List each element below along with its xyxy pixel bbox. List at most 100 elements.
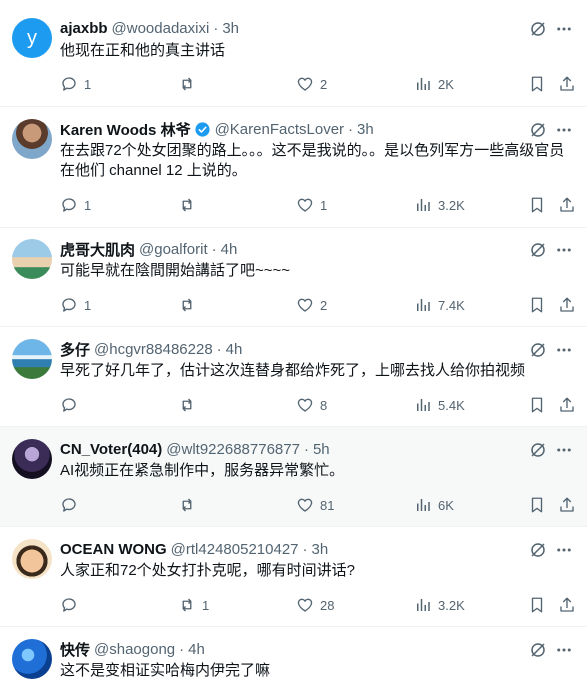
repost-button[interactable] xyxy=(178,74,202,94)
more-icon[interactable] xyxy=(555,341,573,359)
handle[interactable]: @wlt922688776877 xyxy=(166,441,300,458)
views-button[interactable]: 3.2K xyxy=(414,195,465,215)
more-icon[interactable] xyxy=(555,641,573,659)
like-icon xyxy=(297,298,313,312)
avatar[interactable] xyxy=(12,339,52,379)
avatar[interactable] xyxy=(12,539,52,579)
tweet[interactable]: y ajaxbb @woodadaxixi · 3h 他现在正和他的真主讲话 1… xyxy=(0,0,587,107)
display-name[interactable]: ajaxbb xyxy=(60,20,108,37)
handle[interactable]: @KarenFactsLover xyxy=(215,121,344,138)
views-button[interactable]: 6K xyxy=(414,495,454,515)
timestamp[interactable]: 5h xyxy=(313,441,330,458)
share-button[interactable] xyxy=(558,495,576,515)
like-count: 1 xyxy=(320,197,328,213)
more-icon[interactable] xyxy=(555,121,573,139)
bookmark-button[interactable] xyxy=(528,595,546,615)
like-count: 8 xyxy=(320,397,328,413)
avatar[interactable] xyxy=(12,119,52,159)
display-name[interactable]: 多仔 xyxy=(60,339,90,360)
tweet[interactable]: CN_Voter(404) @wlt922688776877 · 5h AI视频… xyxy=(0,427,587,527)
grok-icon[interactable] xyxy=(529,641,547,659)
timestamp[interactable]: 4h xyxy=(226,341,243,358)
more-icon[interactable] xyxy=(555,541,573,559)
display-name[interactable]: Karen Woods 林爷 xyxy=(60,119,191,140)
display-name[interactable]: 快传 xyxy=(60,639,90,660)
bookmark-button[interactable] xyxy=(528,295,546,315)
grok-icon[interactable] xyxy=(529,441,547,459)
handle[interactable]: @woodadaxixi xyxy=(112,20,210,37)
share-button[interactable] xyxy=(558,195,576,215)
like-count: 81 xyxy=(320,497,335,513)
handle[interactable]: @hcgvr88486228 xyxy=(94,341,213,358)
reply-count: 1 xyxy=(84,197,92,213)
timestamp[interactable]: 3h xyxy=(312,541,329,558)
repost-button[interactable] xyxy=(178,295,202,315)
bookmark-button[interactable] xyxy=(528,495,546,515)
share-button[interactable] xyxy=(558,295,576,315)
timestamp[interactable]: 4h xyxy=(221,241,238,258)
avatar[interactable] xyxy=(12,439,52,479)
share-button[interactable] xyxy=(558,595,576,615)
views-button[interactable]: 7.4K xyxy=(414,295,465,315)
avatar[interactable]: y xyxy=(12,18,52,58)
reply-button[interactable]: 1 xyxy=(60,295,91,315)
reply-button[interactable] xyxy=(60,495,84,515)
separator-dot: · xyxy=(213,19,219,37)
repost-button[interactable]: 1 xyxy=(178,595,209,615)
tweet[interactable]: OCEAN WONG @rtl424805210427 · 3h 人家正和72个… xyxy=(0,527,587,627)
bookmark-button[interactable] xyxy=(528,74,546,94)
like-button[interactable]: 28 xyxy=(296,595,334,615)
views-button[interactable]: 5.4K xyxy=(414,395,465,415)
views-count: 6K xyxy=(438,497,454,513)
reply-button[interactable] xyxy=(60,595,84,615)
share-button[interactable] xyxy=(558,74,576,94)
handle[interactable]: @goalforit xyxy=(139,241,208,258)
display-name[interactable]: CN_Voter(404) xyxy=(60,441,162,458)
grok-icon[interactable] xyxy=(529,20,547,38)
tweet[interactable]: 多仔 @hcgvr88486228 · 4h 早死了好几年了，估计这次连替身都给… xyxy=(0,327,587,427)
repost-button[interactable] xyxy=(178,495,202,515)
grok-icon[interactable] xyxy=(529,121,547,139)
like-button[interactable]: 1 xyxy=(296,195,327,215)
like-icon xyxy=(297,198,313,212)
views-icon xyxy=(417,199,430,211)
repost-button[interactable] xyxy=(178,195,202,215)
tweet-text-line: 他现在正和他的真主讲话 xyxy=(60,42,226,59)
reply-button[interactable]: 1 xyxy=(60,74,91,94)
more-icon[interactable] xyxy=(555,241,573,259)
avatar[interactable] xyxy=(12,639,52,679)
bookmark-icon xyxy=(531,297,543,313)
tweet[interactable]: 虎哥大肌肉 @goalforit · 4h 可能早就在陰間開始講話了吧~~~~ … xyxy=(0,228,587,327)
views-count: 3.2K xyxy=(438,197,465,213)
like-button[interactable]: 8 xyxy=(296,395,327,415)
views-button[interactable]: 3.2K xyxy=(414,595,465,615)
verified-icon xyxy=(194,121,210,137)
tweet[interactable]: Karen Woods 林爷 @KarenFactsLover · 3h 在去跟… xyxy=(0,107,587,228)
like-button[interactable]: 81 xyxy=(296,495,334,515)
views-button[interactable]: 2K xyxy=(414,74,454,94)
bookmark-button[interactable] xyxy=(528,195,546,215)
handle[interactable]: @rtl424805210427 xyxy=(171,541,299,558)
grok-icon[interactable] xyxy=(529,241,547,259)
reply-button[interactable] xyxy=(60,395,84,415)
timestamp[interactable]: 4h xyxy=(188,641,205,658)
display-name[interactable]: OCEAN WONG xyxy=(60,541,167,558)
bookmark-icon xyxy=(531,497,543,513)
like-button[interactable]: 2 xyxy=(296,295,327,315)
display-name[interactable]: 虎哥大肌肉 xyxy=(60,239,135,260)
repost-button[interactable] xyxy=(178,395,202,415)
timestamp[interactable]: 3h xyxy=(222,20,239,37)
grok-icon[interactable] xyxy=(529,341,547,359)
timestamp[interactable]: 3h xyxy=(357,121,374,138)
more-icon[interactable] xyxy=(555,20,573,38)
like-button[interactable]: 2 xyxy=(296,74,327,94)
tweet[interactable]: 快传 @shaogong · 4h 这不是变相证实哈梅内伊完了嘛 xyxy=(0,627,587,686)
more-icon[interactable] xyxy=(555,441,573,459)
share-icon xyxy=(560,597,574,612)
share-button[interactable] xyxy=(558,395,576,415)
avatar[interactable] xyxy=(12,239,52,279)
grok-icon[interactable] xyxy=(529,541,547,559)
handle[interactable]: @shaogong xyxy=(94,641,175,658)
bookmark-button[interactable] xyxy=(528,395,546,415)
reply-button[interactable]: 1 xyxy=(60,195,91,215)
